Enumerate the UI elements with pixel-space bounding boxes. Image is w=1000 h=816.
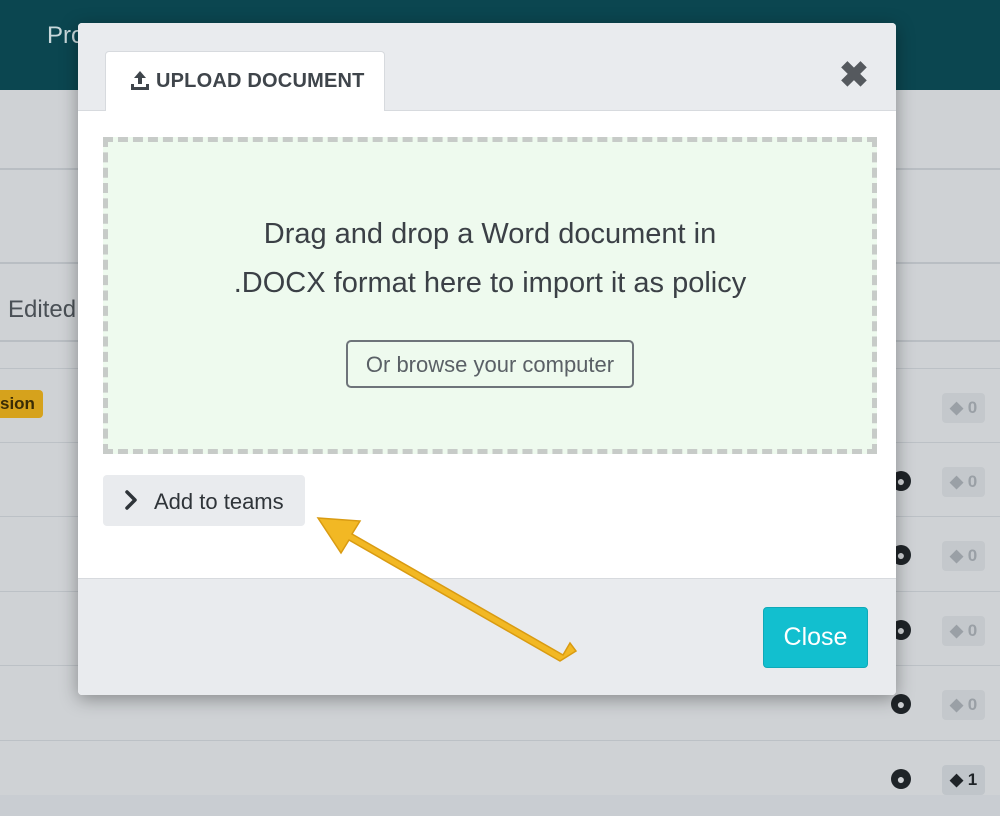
close-icon[interactable]: ✖ xyxy=(836,57,872,93)
close-button[interactable]: Close xyxy=(763,607,868,668)
tag-count-badge[interactable]: ◆ 0 xyxy=(942,467,986,497)
tab-label: UPLOAD DOCUMENT xyxy=(156,70,365,92)
tag-count-badge[interactable]: ◆ 0 xyxy=(942,541,986,571)
modal-footer: Close xyxy=(78,578,896,695)
tag-count-badge[interactable]: ◆ 0 xyxy=(942,393,986,423)
file-dropzone[interactable]: Drag and drop a Word document in .DOCX f… xyxy=(103,137,877,454)
tag-count-badge[interactable]: ◆ 0 xyxy=(942,690,986,720)
dropzone-line-1: Drag and drop a Word document in xyxy=(263,218,717,250)
chevron-right-icon xyxy=(125,490,137,510)
modal-header: UPLOAD DOCUMENT ✖ xyxy=(78,23,896,111)
table-row[interactable]: ● ◆ 1 xyxy=(0,740,1000,816)
add-to-teams-toggle[interactable]: Add to teams xyxy=(103,475,305,526)
globe-icon: ● xyxy=(891,769,911,789)
dropzone-instructions: Drag and drop a Word document in .DOCX f… xyxy=(108,210,872,308)
tag-count-badge[interactable]: ◆ 1 xyxy=(942,765,986,795)
upload-icon xyxy=(131,71,149,90)
tab-upload-document[interactable]: UPLOAD DOCUMENT xyxy=(105,51,385,111)
globe-icon: ● xyxy=(891,694,911,714)
add-to-teams-label: Add to teams xyxy=(154,489,284,514)
browse-computer-button[interactable]: Or browse your computer xyxy=(346,340,634,388)
column-header-edited[interactable]: Edited xyxy=(8,296,76,324)
upload-document-modal: UPLOAD DOCUMENT ✖ Drag and drop a Word d… xyxy=(78,23,896,695)
dropzone-line-2: .DOCX format here to import it as policy xyxy=(233,267,747,299)
tag-count-badge[interactable]: ◆ 0 xyxy=(942,616,986,646)
